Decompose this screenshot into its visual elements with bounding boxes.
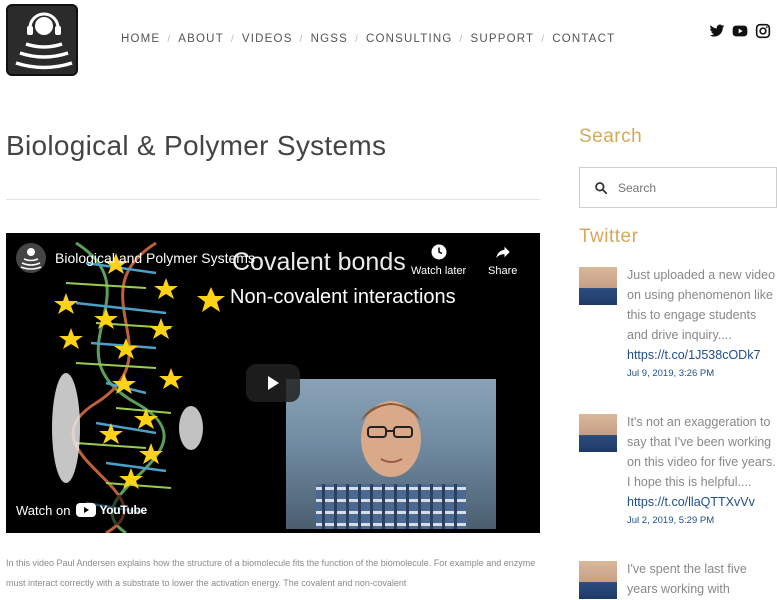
nav-separator: / bbox=[167, 33, 172, 45]
clock-icon bbox=[431, 244, 447, 260]
video-title[interactable]: Biological and Polymer Systems bbox=[55, 250, 255, 266]
slide-line-noncovalent: Non-covalent interactions bbox=[230, 286, 456, 308]
tweet-text: I've spent the last five years working w… bbox=[627, 562, 747, 596]
nav-separator: / bbox=[230, 33, 235, 45]
nav-separator: / bbox=[299, 33, 304, 45]
search-heading: Search bbox=[579, 126, 643, 147]
nav-about[interactable]: ABOUT bbox=[178, 33, 224, 45]
nav-ngss[interactable]: NGSS bbox=[311, 33, 348, 45]
tweet-date[interactable]: Jul 2, 2019, 5:29 PM bbox=[627, 513, 777, 529]
page-title: Biological & Polymer Systems bbox=[6, 130, 387, 161]
watch-later-label: Watch later bbox=[411, 265, 467, 277]
tweet-link[interactable]: https://t.co/1J538cODk7 bbox=[627, 345, 777, 365]
instagram-icon[interactable] bbox=[755, 23, 771, 39]
tweet-avatar[interactable] bbox=[579, 414, 617, 452]
video-player[interactable]: Covalent bonds Non-covalent interactions bbox=[6, 233, 540, 533]
youtube-play-icon bbox=[76, 503, 97, 517]
search-box[interactable] bbox=[579, 167, 777, 208]
main-nav: HOME / ABOUT / VIDEOS / NGSS / CONSULTIN… bbox=[121, 33, 615, 45]
play-button[interactable] bbox=[246, 364, 300, 402]
share-button[interactable]: Share bbox=[488, 243, 517, 277]
headphones-logo-icon bbox=[15, 12, 73, 70]
nav-contact[interactable]: CONTACT bbox=[552, 33, 615, 45]
nav-separator: / bbox=[354, 33, 359, 45]
video-description: In this video Paul Andersen explains how… bbox=[6, 558, 536, 588]
watch-later-button[interactable]: Watch later bbox=[411, 243, 466, 277]
share-arrow-icon bbox=[495, 246, 510, 258]
youtube-icon[interactable] bbox=[732, 23, 748, 39]
nav-consulting[interactable]: CONSULTING bbox=[366, 33, 453, 45]
watch-on-youtube-button[interactable]: Watch on YouTube bbox=[6, 495, 157, 525]
play-icon bbox=[268, 376, 279, 390]
title-divider bbox=[6, 199, 540, 200]
slide-line-covalent: Covalent bonds bbox=[232, 248, 406, 276]
twitter-heading: Twitter bbox=[579, 226, 639, 247]
nav-home[interactable]: HOME bbox=[121, 33, 160, 45]
nav-videos[interactable]: VIDEOS bbox=[242, 33, 293, 45]
nav-separator: / bbox=[541, 33, 546, 45]
share-label: Share bbox=[488, 265, 518, 277]
search-icon bbox=[595, 181, 608, 194]
social-links bbox=[709, 23, 771, 39]
nav-separator: / bbox=[459, 33, 464, 45]
presenter-image bbox=[286, 379, 496, 529]
youtube-logo: YouTube bbox=[76, 503, 147, 517]
tweet-avatar[interactable] bbox=[579, 561, 617, 599]
watch-on-label: Watch on bbox=[16, 502, 71, 518]
tweet-avatar[interactable] bbox=[579, 267, 617, 305]
tweet-text: Just uploaded a new video on using pheno… bbox=[627, 268, 776, 342]
site-logo[interactable] bbox=[6, 4, 78, 76]
twitter-icon[interactable] bbox=[709, 23, 725, 39]
youtube-wordmark: YouTube bbox=[99, 503, 147, 517]
channel-avatar-icon[interactable] bbox=[16, 243, 46, 273]
nav-support[interactable]: SUPPORT bbox=[470, 33, 534, 45]
tweet-link[interactable]: https://t.co/llaQTTXvVv bbox=[627, 492, 777, 512]
search-input[interactable] bbox=[618, 180, 768, 195]
tweet-text: It's not an exaggeration to say that I'v… bbox=[627, 415, 776, 489]
tweet-date[interactable]: Jul 9, 2019, 3:26 PM bbox=[627, 366, 777, 382]
